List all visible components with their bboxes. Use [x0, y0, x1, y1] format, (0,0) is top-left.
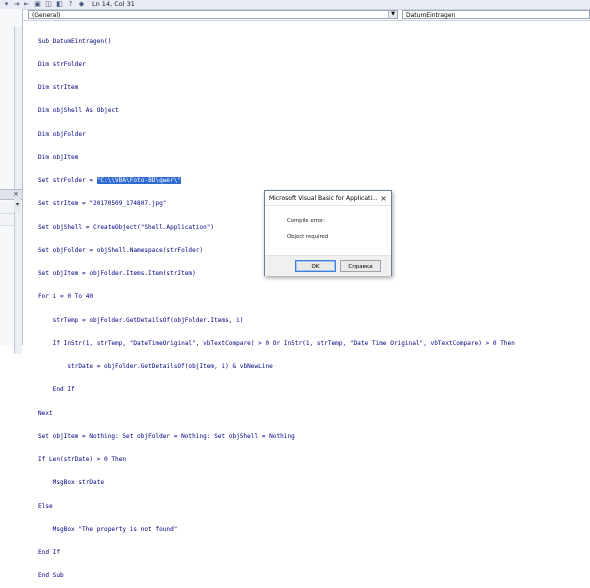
code-line[interactable]: Dim objFolder	[38, 131, 515, 139]
code-line[interactable]: Dim objShell As Object	[38, 107, 515, 115]
code-line[interactable]: Dim strFolder	[38, 61, 515, 69]
code-line[interactable]: Dim objItem	[38, 154, 515, 162]
code-editor[interactable]: Sub DatumEintragen() Dim strFolder Dim s…	[38, 22, 515, 588]
comment-icon[interactable]: ◫	[44, 0, 53, 8]
code-line[interactable]: Set objItem = Nothing: Set objFolder = N…	[38, 433, 515, 441]
project-scrollbar[interactable]	[14, 27, 22, 189]
ok-button[interactable]: OK	[295, 260, 336, 272]
dialog-body: Compile error: Object required	[265, 207, 391, 255]
code-line[interactable]: strTemp = objFolder.GetDetailsOf(objFold…	[38, 317, 515, 325]
code-line[interactable]: Dim strItem	[38, 84, 515, 92]
chevron-down-icon[interactable]: ▼	[388, 11, 397, 18]
code-line[interactable]: Else	[38, 503, 515, 511]
project-explorer-panel: × ▾	[0, 9, 23, 354]
code-line[interactable]: Next	[38, 410, 515, 418]
code-line-text: Set strFolder =	[38, 177, 97, 184]
header-divider	[22, 20, 590, 21]
code-line[interactable]: If Len(strDate) > 0 Then	[38, 456, 515, 464]
bookmark-icon[interactable]: ◆	[77, 0, 86, 8]
close-icon[interactable]: ×	[379, 194, 388, 203]
uncomment-icon[interactable]: ◧	[55, 0, 64, 8]
code-line[interactable]: MsgBox strDate	[38, 479, 515, 487]
code-line[interactable]: For i = 0 To 40	[38, 293, 515, 301]
indent-icon[interactable]: ⇥	[12, 0, 21, 8]
code-line[interactable]: Sub DatumEintragen()	[38, 38, 515, 46]
chevron-down-icon[interactable]: ▾	[14, 199, 21, 211]
code-line[interactable]: End Sub	[38, 572, 515, 580]
properties-scrollbar[interactable]	[14, 211, 22, 354]
object-dropdown[interactable]: (General) ▼	[28, 10, 398, 19]
dropdown-arrow-icon[interactable]: ▾	[2, 0, 11, 8]
dialog-title[interactable]: Microsoft Visual Basic for Applicati...	[265, 191, 391, 206]
compile-error-dialog: Microsoft Visual Basic for Applicati... …	[264, 190, 392, 276]
code-line[interactable]: MsgBox "The property is not found"	[38, 526, 515, 534]
toolbar: ▾ ⇥ ⇤ ▣ ◫ ◧ ? ◆ Ln 14, Col 31	[0, 0, 590, 10]
outdent-icon[interactable]: ⇤	[22, 0, 31, 8]
code-line[interactable]: Set strFolder = "C:\\VBA\Foto-BD\qwer\"	[38, 177, 515, 185]
error-message: Object required	[287, 234, 329, 240]
object-dropdown-value: (General)	[32, 12, 61, 19]
properties-row[interactable]	[0, 214, 14, 226]
procedure-dropdown-value: DatumEintragen	[406, 12, 456, 19]
error-heading: Compile error:	[287, 218, 325, 224]
code-line[interactable]: End If	[38, 386, 515, 394]
code-line[interactable]: End If	[38, 549, 515, 557]
cursor-position-label: Ln 14, Col 31	[92, 0, 135, 8]
dialog-button-bar: OK Справка	[265, 255, 391, 276]
close-icon[interactable]: ×	[13, 190, 19, 199]
procedure-dropdown[interactable]: DatumEintragen	[402, 10, 590, 19]
help-button[interactable]: Справка	[340, 260, 381, 272]
properties-row[interactable]	[0, 202, 14, 214]
selected-folder-path[interactable]: "C:\\VBA\Foto-BD\qwer\"	[96, 177, 182, 184]
code-line[interactable]: strDate = objFolder.GetDetailsOf(objItem…	[38, 363, 515, 371]
code-line[interactable]: If InStr(1, strTemp, "DateTimeOriginal",…	[38, 340, 515, 348]
toolbox-icon[interactable]: ▣	[33, 0, 42, 8]
help-icon[interactable]: ?	[66, 0, 75, 8]
